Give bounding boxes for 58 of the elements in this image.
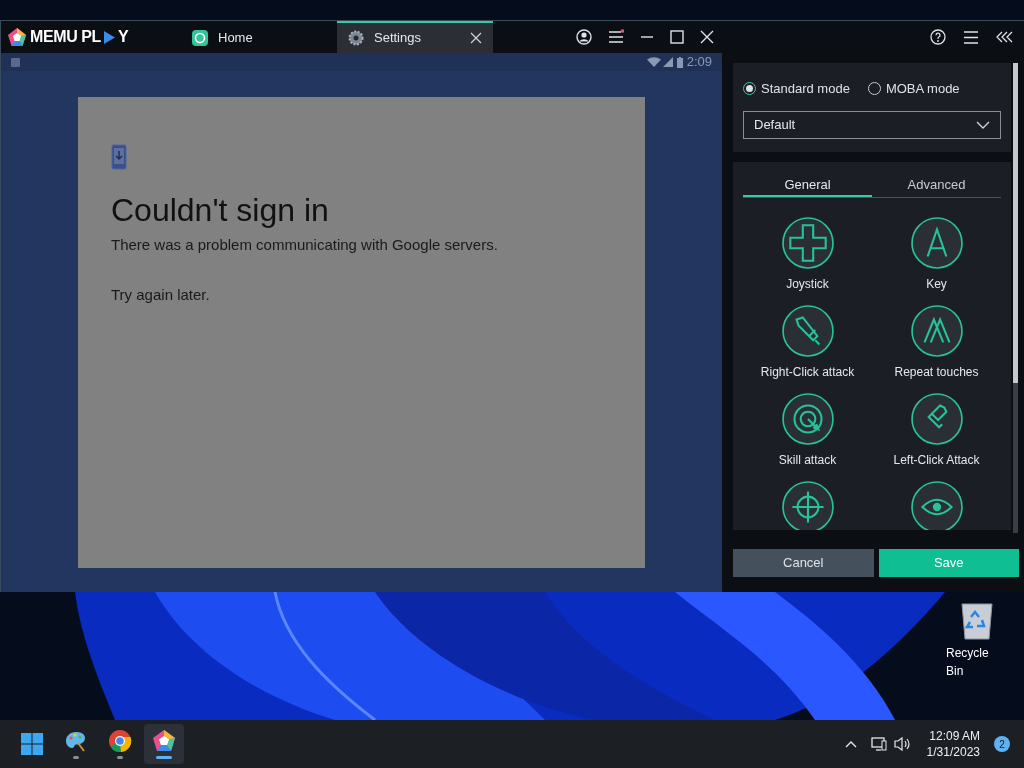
chevron-up-icon[interactable] (844, 740, 857, 748)
control-label: Key (926, 275, 947, 293)
dialog-hint: Try again later. (111, 284, 211, 305)
close-tab-icon[interactable] (470, 32, 482, 44)
control-label: Joystick (786, 275, 829, 293)
collapse-icon[interactable] (996, 31, 1014, 43)
mode-radio[interactable]: MOBA mode (867, 79, 960, 99)
chevron-down-icon (976, 120, 990, 129)
status-clock: 2:09 (686, 53, 712, 72)
control-label: Right-Click attack (760, 363, 855, 381)
tab[interactable]: Settings (337, 21, 493, 53)
logo-text: MEMU PL (30, 27, 101, 47)
tab[interactable]: Advanced (872, 169, 1001, 197)
pentagon-logo-icon (152, 729, 176, 753)
control-label: Left-Click Attack (893, 451, 980, 469)
network-icon[interactable] (870, 736, 887, 752)
dialog-title: Couldn't sign in (111, 191, 330, 230)
help-icon[interactable] (930, 29, 946, 45)
volume-icon[interactable] (893, 736, 911, 752)
palette-icon (64, 729, 88, 753)
sword-icon[interactable] (781, 304, 834, 357)
target-icon[interactable] (781, 392, 834, 445)
play-icon (104, 30, 115, 44)
tab[interactable]: General (743, 169, 872, 197)
notification-icon (11, 57, 20, 67)
bullet-icon[interactable] (910, 392, 963, 445)
menu-icon[interactable] (964, 30, 978, 44)
home-app-icon (192, 30, 208, 46)
logo-text: Y (118, 27, 129, 47)
control-label: Repeat touches (894, 363, 979, 381)
double-a-icon[interactable] (910, 304, 963, 357)
letter-a-icon[interactable] (910, 216, 963, 269)
clock[interactable]: 12:09 AM 1/31/2023 (922, 728, 984, 760)
crosshair-icon[interactable] (781, 480, 834, 530)
maximize-icon[interactable] (670, 30, 684, 44)
signal-icon (662, 57, 673, 67)
browser-icon (108, 729, 132, 753)
recycle-bin-shortcut[interactable]: Recycle Bin (944, 598, 1010, 682)
close-icon[interactable] (700, 30, 714, 44)
recycle-bin-icon (959, 600, 995, 640)
eye-icon[interactable] (910, 480, 963, 530)
mode-radio[interactable]: Standard mode (743, 79, 850, 99)
logo-icon (7, 27, 27, 47)
account-icon[interactable] (576, 29, 592, 45)
preset-dropdown[interactable]: Default (743, 110, 1001, 139)
dpad-icon[interactable] (781, 216, 834, 269)
taskbar-app[interactable] (144, 724, 184, 764)
wifi-icon (646, 57, 661, 67)
menu-icon[interactable] (608, 29, 624, 45)
control-label: Skill attack (778, 451, 837, 469)
phone-download-icon (111, 144, 127, 170)
scrollbar-thumb[interactable] (1013, 63, 1018, 383)
battery-icon (676, 56, 683, 68)
tab[interactable]: Home (181, 21, 337, 53)
notification-badge[interactable]: 2 (994, 736, 1010, 752)
cancel-button[interactable]: Cancel (733, 548, 874, 577)
gear-icon (348, 30, 364, 46)
dialog-message: There was a problem communicating with Google servers. (111, 235, 499, 255)
